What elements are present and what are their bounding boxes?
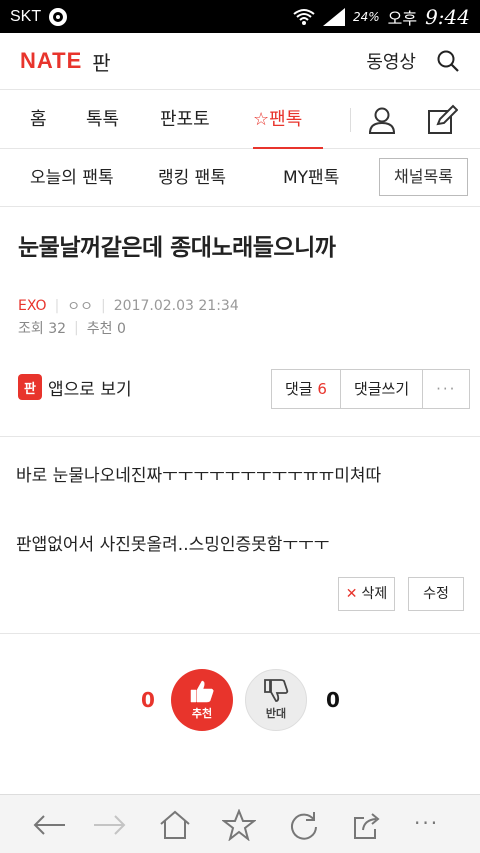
more-options-button[interactable]: ···: [423, 370, 469, 408]
main-nav: 홈 톡톡 판포토 ☆팬톡: [0, 90, 480, 149]
content-divider: [0, 436, 480, 437]
site-header: NATE 판 동영상: [0, 33, 480, 90]
bookmark-star-icon[interactable]: [222, 809, 256, 841]
meta-divider: |: [74, 320, 79, 336]
browser-toolbar: ···: [0, 794, 480, 853]
recommend-button[interactable]: 추천: [171, 669, 233, 731]
channel-list-button[interactable]: 채널목록: [379, 158, 468, 196]
post-body-line: 바로 눈물나오네진짜ㅜㅜㅜㅜㅜㅜㅜㅜㅜㅠㅠ미쳐따: [16, 466, 382, 486]
browser-menu-button[interactable]: ···: [414, 811, 439, 835]
post-author: ㅇㅇ: [67, 299, 94, 315]
comments-label: 댓글: [285, 380, 313, 398]
post-date: 2017.02.03 21:34: [113, 298, 239, 314]
post-title: 눈물날꺼같은데 종대노래들으니까: [18, 235, 336, 261]
tab-fantok-label: 팬톡: [269, 109, 303, 130]
clock: 9:44: [425, 4, 470, 29]
delete-button[interactable]: ✕ 삭제: [338, 577, 395, 611]
video-link[interactable]: 동영상: [366, 48, 416, 74]
status-bar: SKT 24% 오후 9:44: [0, 0, 480, 33]
nate-logo[interactable]: NATE: [20, 48, 82, 74]
recommend-label: 추천: [191, 707, 213, 720]
edit-button[interactable]: 수정: [408, 577, 464, 611]
user-icon[interactable]: [366, 104, 398, 136]
sub-nav-my[interactable]: MY팬톡: [283, 149, 339, 207]
post-channel[interactable]: EXO: [18, 298, 47, 314]
search-icon[interactable]: [436, 49, 460, 73]
thumbs-down-icon: [264, 679, 289, 702]
share-icon[interactable]: [351, 809, 385, 841]
home-icon[interactable]: [158, 809, 192, 841]
vote-divider: [0, 633, 480, 634]
write-comment-button[interactable]: 댓글쓰기: [341, 370, 424, 408]
oppose-button[interactable]: 반대: [245, 669, 307, 731]
comment-button-group: 댓글 6 댓글쓰기 ···: [271, 369, 471, 409]
tab-fantok[interactable]: ☆팬톡: [253, 90, 323, 149]
nav-divider: [350, 108, 351, 132]
pann-app-icon: 판: [18, 374, 42, 400]
tab-toktok[interactable]: 톡톡: [86, 90, 119, 149]
thumbs-up-icon: [190, 680, 214, 703]
wifi-icon: [293, 8, 315, 25]
pann-logo[interactable]: 판: [92, 47, 110, 76]
post-stats: 조회 32 | 추천 0: [18, 318, 126, 338]
forward-arrow-icon[interactable]: [92, 809, 126, 841]
meta-divider: |: [54, 298, 60, 314]
sub-nav-today[interactable]: 오늘의 팬톡: [30, 149, 114, 207]
post-body-line: 판앱없어서 사진못올려..스밍인증못함ㅜㅜㅜ: [16, 535, 330, 555]
up-vote-count: 0: [141, 688, 155, 712]
comments-button[interactable]: 댓글 6: [272, 370, 341, 408]
down-vote-count: 0: [326, 688, 340, 712]
open-in-app-label: 앱으로 보기: [48, 379, 132, 400]
battery-percent: 24%: [352, 9, 380, 24]
comments-count: 6: [317, 380, 327, 398]
oppose-label: 반대: [265, 707, 287, 720]
back-arrow-icon[interactable]: [33, 809, 67, 841]
post-recommend-count: 추천 0: [86, 321, 126, 337]
notification-icon: [49, 7, 68, 26]
signal-icon: [322, 7, 345, 26]
post-meta: EXO | ㅇㅇ | 2017.02.03 21:34: [18, 296, 239, 316]
tab-pann-photo[interactable]: 판포토: [160, 90, 210, 149]
write-icon[interactable]: [426, 104, 458, 136]
post-views: 조회 32: [18, 321, 67, 337]
tab-home[interactable]: 홈: [30, 90, 47, 149]
delete-icon: ✕: [345, 586, 358, 602]
carrier-label: SKT: [10, 7, 42, 25]
refresh-icon[interactable]: [287, 809, 321, 841]
sub-nav-ranking[interactable]: 랭킹 팬톡: [158, 149, 226, 207]
open-in-app-link[interactable]: 판 앱으로 보기: [18, 374, 132, 400]
star-icon: ☆: [253, 109, 270, 130]
meta-divider: |: [101, 298, 106, 314]
ampm-label: 오후: [387, 8, 418, 28]
